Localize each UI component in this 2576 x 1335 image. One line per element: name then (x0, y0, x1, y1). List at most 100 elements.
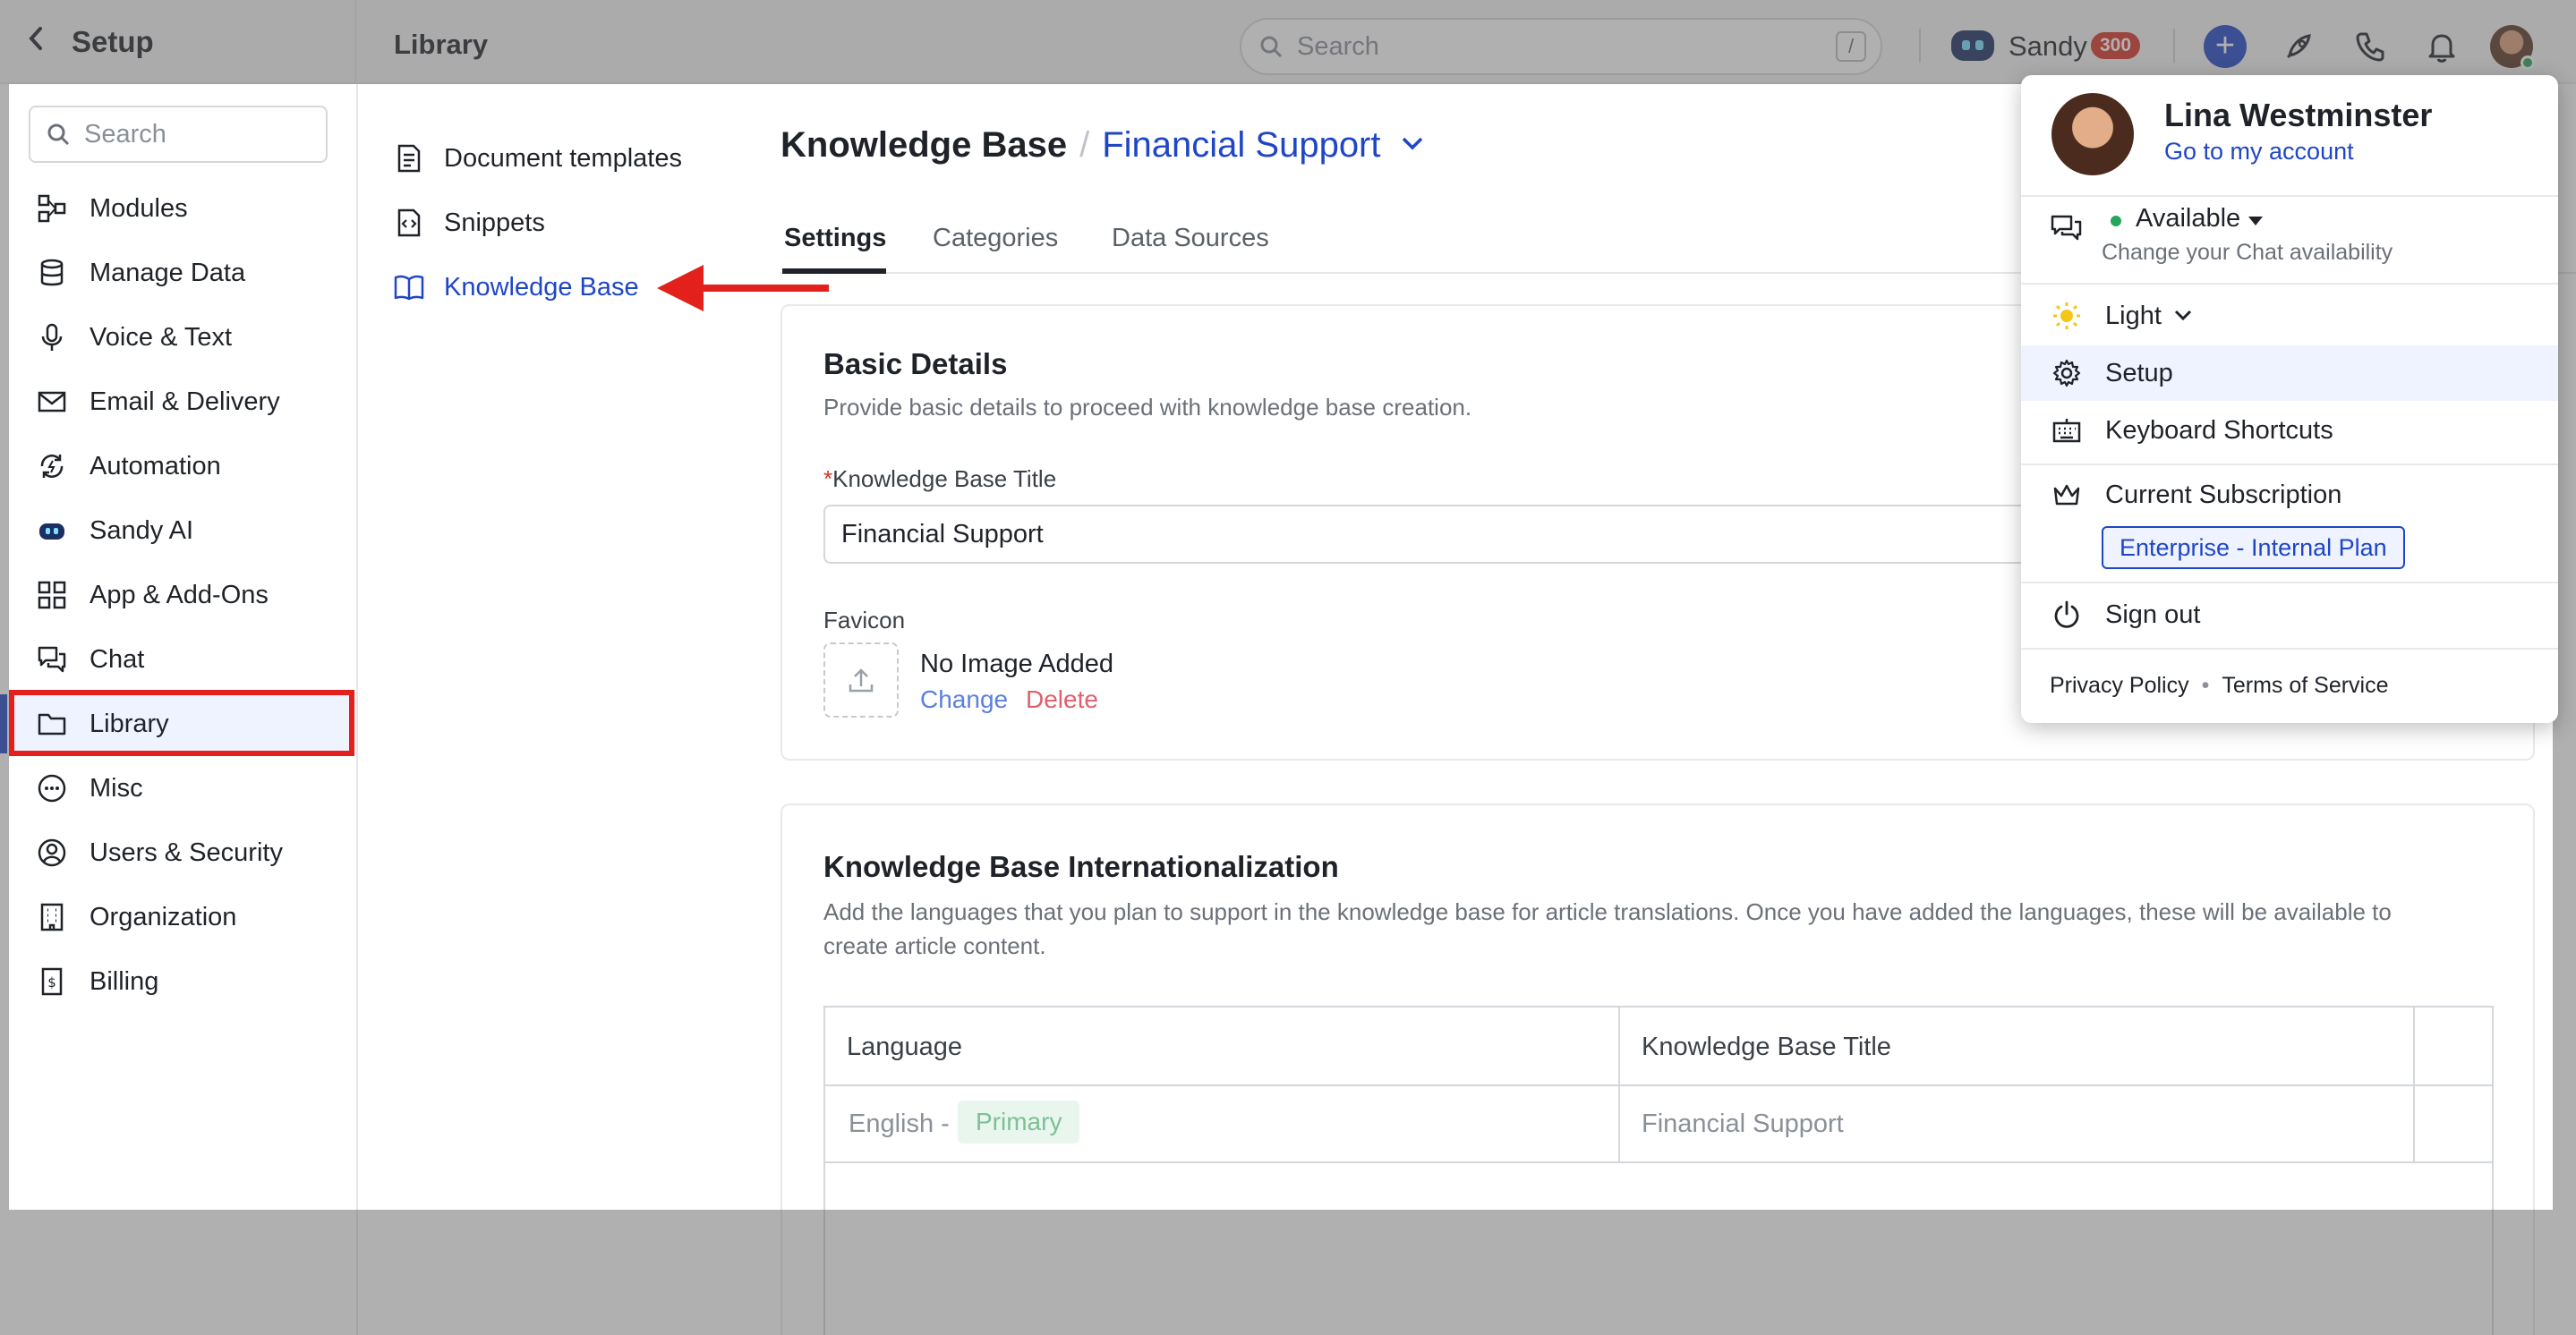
sidebar-item-billing[interactable]: $ Billing (9, 952, 353, 1011)
table-row[interactable]: English - Primary Financial Support (825, 1086, 2492, 1163)
sidebar-item-app-add-ons[interactable]: App & Add-Ons (9, 565, 353, 625)
table-header: Language Knowledge Base Title (825, 1008, 2492, 1086)
favicon-upload-button[interactable] (823, 642, 899, 718)
user-circle-icon (36, 837, 68, 869)
breadcrumb-current[interactable]: Financial Support (1102, 125, 1380, 166)
global-search-input[interactable]: Search / (1240, 18, 1882, 75)
online-status-dot (2521, 55, 2535, 70)
availability-subtitle: Change your Chat availability (2102, 240, 2393, 265)
search-shortcut-key: / (1836, 31, 1866, 62)
ellipsis-icon (36, 772, 68, 804)
search-icon (1260, 36, 1283, 58)
snippet-icon (394, 208, 424, 238)
sign-out-label: Sign out (2105, 599, 2201, 629)
theme-label: Light (2105, 301, 2162, 330)
sidebar-item-users-security[interactable]: Users & Security (9, 823, 353, 882)
go-to-account-link[interactable]: Go to my account (2164, 138, 2354, 166)
sidebar-item-label: Voice & Text (90, 322, 233, 352)
internationalization-description: Add the languages that you plan to suppo… (823, 898, 2392, 959)
user-avatar[interactable] (2490, 25, 2535, 70)
receipt-icon: $ (36, 965, 68, 998)
setup-menu-label: Setup (2105, 358, 2173, 387)
tab-settings[interactable]: Settings (784, 224, 886, 253)
library-highlight-annotation (9, 690, 354, 756)
terms-of-service-link[interactable]: Terms of Service (2222, 673, 2388, 698)
divider (2021, 463, 2558, 465)
breadcrumb-separator: / (1079, 125, 1090, 165)
chevron-down-icon[interactable] (1401, 136, 1424, 155)
language-cell: English - (849, 1110, 950, 1138)
sidebar-item-misc[interactable]: Misc (9, 759, 353, 818)
subnav-knowledge-base[interactable]: Knowledge Base (394, 265, 639, 310)
profile-menu: Lina Westminster Go to my account Availa… (2021, 75, 2558, 723)
basic-details-title: Basic Details (823, 347, 1008, 380)
gear-icon (2050, 356, 2084, 390)
breadcrumb: Knowledge Base / Financial Support (780, 125, 1424, 166)
tab-data-sources[interactable]: Data Sources (1112, 224, 1269, 253)
sidebar-search-input[interactable]: Search (29, 106, 328, 163)
sidebar-item-chat[interactable]: Chat (9, 630, 353, 689)
column-divider (1618, 1008, 1620, 1163)
divider (2173, 29, 2175, 63)
setup-menu-item[interactable]: Setup (2021, 345, 2558, 401)
current-subscription-label: Current Subscription (2105, 480, 2342, 509)
database-icon (36, 257, 68, 289)
profile-name: Lina Westminster (2164, 97, 2433, 133)
basic-details-subtitle: Provide basic details to proceed with kn… (823, 394, 1472, 421)
bot-icon[interactable] (1951, 30, 1994, 61)
bot-icon (36, 514, 68, 547)
power-icon (2050, 598, 2084, 632)
sidebar-item-manage-data[interactable]: Manage Data (9, 243, 353, 302)
availability-dropdown[interactable]: Available (2136, 204, 2264, 234)
privacy-policy-link[interactable]: Privacy Policy (2050, 673, 2189, 698)
sidebar-item-automation[interactable]: Automation (9, 437, 353, 496)
languages-table: Language Knowledge Base Title English - … (823, 1006, 2494, 1335)
divider (2021, 582, 2558, 583)
sidebar-item-label: App & Add-Ons (90, 580, 269, 609)
page-title: Library (394, 29, 489, 60)
subscription-plan-badge[interactable]: Enterprise - Internal Plan (2102, 526, 2405, 569)
column-header-language: Language (847, 1033, 963, 1061)
kb-title-cell: Financial Support (1642, 1110, 1844, 1138)
breadcrumb-root[interactable]: Knowledge Base (780, 125, 1067, 166)
sidebar-item-sandy-ai[interactable]: Sandy AI (9, 501, 353, 560)
kb-title-label: *Knowledge Base Title (823, 465, 1057, 492)
chevron-down-icon (2174, 310, 2191, 321)
no-image-text: No Image Added (920, 650, 1114, 678)
internationalization-card: Knowledge Base Internationalization Add … (780, 804, 2535, 1335)
top-bar: Setup Library Search / Sandy 300 + (0, 0, 2576, 84)
create-plus-button[interactable]: + (2204, 25, 2247, 68)
back-chevron-icon[interactable] (27, 25, 45, 59)
theme-toggle[interactable]: Light (2021, 288, 2558, 344)
sun-icon (2050, 299, 2084, 333)
subnav-document-templates[interactable]: Document templates (394, 136, 682, 181)
subnav-snippets[interactable]: Snippets (394, 200, 545, 245)
required-marker: * (823, 465, 833, 492)
subnav-label: Document templates (444, 143, 682, 173)
microphone-icon (36, 321, 68, 353)
sidebar-item-email-delivery[interactable]: Email & Delivery (9, 372, 353, 431)
change-favicon-link[interactable]: Change (920, 685, 1008, 714)
primary-badge: Primary (958, 1101, 1080, 1144)
sidebar-item-modules[interactable]: Modules (9, 179, 353, 238)
menu-footer: Privacy Policy • Terms of Service (2050, 673, 2389, 699)
sign-out-menu-item[interactable]: Sign out (2021, 587, 2558, 642)
phone-icon[interactable] (2350, 27, 2390, 66)
divider (2021, 648, 2558, 650)
column-header-kb-title: Knowledge Base Title (1642, 1033, 1891, 1061)
delete-favicon-link[interactable]: Delete (1026, 685, 1098, 714)
rocket-icon[interactable] (2279, 27, 2318, 66)
sidebar-item-label: Billing (90, 966, 159, 996)
keyboard-shortcuts-menu-item[interactable]: Keyboard Shortcuts (2021, 403, 2558, 458)
tab-categories[interactable]: Categories (933, 224, 1058, 253)
sidebar-item-label: Chat (90, 644, 145, 674)
sidebar-item-voice-text[interactable]: Voice & Text (9, 308, 353, 367)
subnav-label: Snippets (444, 208, 545, 237)
assistant-name[interactable]: Sandy (2009, 30, 2087, 63)
sidebar-item-label: Sandy AI (90, 515, 194, 545)
favicon-label: Favicon (823, 607, 906, 633)
caret-down-icon (2248, 217, 2264, 225)
sidebar-item-organization[interactable]: Organization (9, 888, 353, 947)
footer-dot: • (2201, 673, 2210, 698)
bell-icon[interactable] (2422, 27, 2461, 66)
